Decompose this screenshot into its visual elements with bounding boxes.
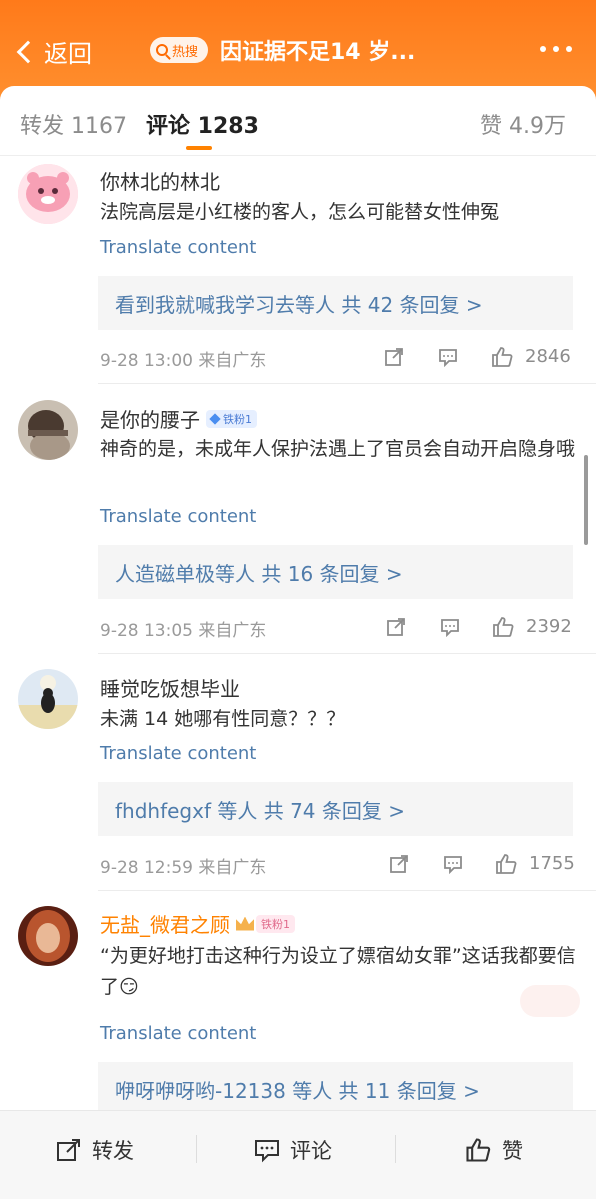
- like-count: 2846: [525, 346, 571, 367]
- comment-meta: 9-28 12:59 来自广东: [100, 858, 267, 878]
- fan-badge-label: 铁粉1: [223, 412, 252, 426]
- tab-comments[interactable]: 评论 1283: [146, 108, 259, 140]
- divider: [395, 1135, 396, 1163]
- like-count: 2392: [526, 616, 572, 637]
- more-dots-icon[interactable]: [540, 46, 572, 52]
- comment-text: 法院高层是小红楼的客人，怎么可能替女性伸冤: [100, 201, 500, 223]
- comment-icon[interactable]: [438, 347, 458, 367]
- comment-icon[interactable]: [443, 854, 463, 874]
- comment-icon: [255, 1140, 279, 1163]
- comment-button[interactable]: 评论: [254, 1135, 332, 1165]
- top-header: 返回 热搜 因证据不足14 岁...: [0, 0, 596, 100]
- share-icon[interactable]: [384, 347, 404, 367]
- avatar[interactable]: [18, 400, 78, 460]
- comment-text: 神奇的是，未成年人保护法遇上了官员会自动开启隐身哦: [100, 438, 576, 460]
- avatar[interactable]: [18, 906, 78, 966]
- active-tab-indicator: [186, 146, 212, 150]
- comment-meta: 9-28 13:00 来自广东: [100, 351, 267, 371]
- comment-username[interactable]: 无盐_微君之顾 铁粉1: [100, 909, 295, 938]
- fan-badge: 铁粉1: [256, 914, 295, 933]
- back-chevron-icon: [16, 40, 40, 63]
- like-label: 赞: [502, 1139, 523, 1163]
- translate-link[interactable]: Translate content: [100, 237, 256, 258]
- like-count: 1755: [529, 853, 575, 874]
- back-button[interactable]: 返回: [14, 34, 92, 69]
- comment-text: 未满 14 她哪有性同意？？？: [100, 708, 346, 730]
- divider: [98, 383, 596, 384]
- like-icon[interactable]: [491, 615, 515, 639]
- comment-text: “为更好地打击这种行为设立了嫖宿幼女罪”这话我都要信了😏: [100, 945, 576, 998]
- diamond-icon: [209, 412, 221, 425]
- hot-search-badge[interactable]: 热搜: [150, 37, 209, 63]
- share-icon[interactable]: [386, 617, 406, 637]
- username-text: 是你的腰子: [100, 408, 200, 432]
- comment-username[interactable]: 你林北的林北: [100, 166, 220, 195]
- search-icon: [156, 44, 168, 56]
- replies-preview[interactable]: 咿呀咿呀哟-12138 等人 共 11 条回复 >: [98, 1062, 573, 1116]
- crown-icon: [236, 916, 254, 931]
- username-text: 无盐_微君之顾: [100, 913, 230, 937]
- translate-link[interactable]: Translate content: [100, 743, 256, 764]
- hot-search-label: 热搜: [172, 44, 199, 60]
- page-title: 因证据不足14 岁...: [220, 40, 416, 65]
- repost-label: 转发: [92, 1139, 134, 1163]
- tab-likes[interactable]: 赞 4.9万: [480, 108, 566, 140]
- divider: [98, 890, 596, 891]
- replies-preview[interactable]: fhdhfegxf 等人 共 74 条回复 >: [98, 782, 573, 836]
- like-icon[interactable]: [490, 345, 514, 369]
- comment-username[interactable]: 是你的腰子 铁粉1: [100, 404, 257, 433]
- fan-badge: 铁粉1: [206, 409, 257, 428]
- like-icon[interactable]: [494, 852, 518, 876]
- repost-button[interactable]: 转发: [56, 1135, 134, 1165]
- scrollbar[interactable]: [584, 455, 588, 545]
- bottom-action-bar: 转发 评论 赞: [0, 1110, 596, 1199]
- back-label: 返回: [44, 40, 92, 68]
- share-icon[interactable]: [389, 854, 409, 874]
- divider: [98, 653, 596, 654]
- translate-link[interactable]: Translate content: [100, 1023, 256, 1044]
- avatar[interactable]: [18, 669, 78, 729]
- translate-link[interactable]: Translate content: [100, 506, 256, 527]
- comment-label: 评论: [290, 1139, 332, 1163]
- comment-icon[interactable]: [440, 617, 460, 637]
- replies-preview[interactable]: 人造磁单极等人 共 16 条回复 >: [98, 545, 573, 599]
- like-icon: [466, 1138, 491, 1162]
- avatar[interactable]: [18, 164, 78, 224]
- repost-icon: [57, 1139, 80, 1161]
- like-button[interactable]: 赞: [464, 1135, 523, 1165]
- tab-repost[interactable]: 转发 1167: [20, 108, 127, 140]
- divider: [196, 1135, 197, 1163]
- comment-username[interactable]: 睡觉吃饭想毕业: [100, 673, 240, 702]
- replies-preview[interactable]: 看到我就喊我学习去等人 共 42 条回复 >: [98, 276, 573, 330]
- tab-bar: 转发 1167 评论 1283 赞 4.9万: [0, 86, 596, 156]
- comment-meta: 9-28 13:05 来自广东: [100, 621, 267, 641]
